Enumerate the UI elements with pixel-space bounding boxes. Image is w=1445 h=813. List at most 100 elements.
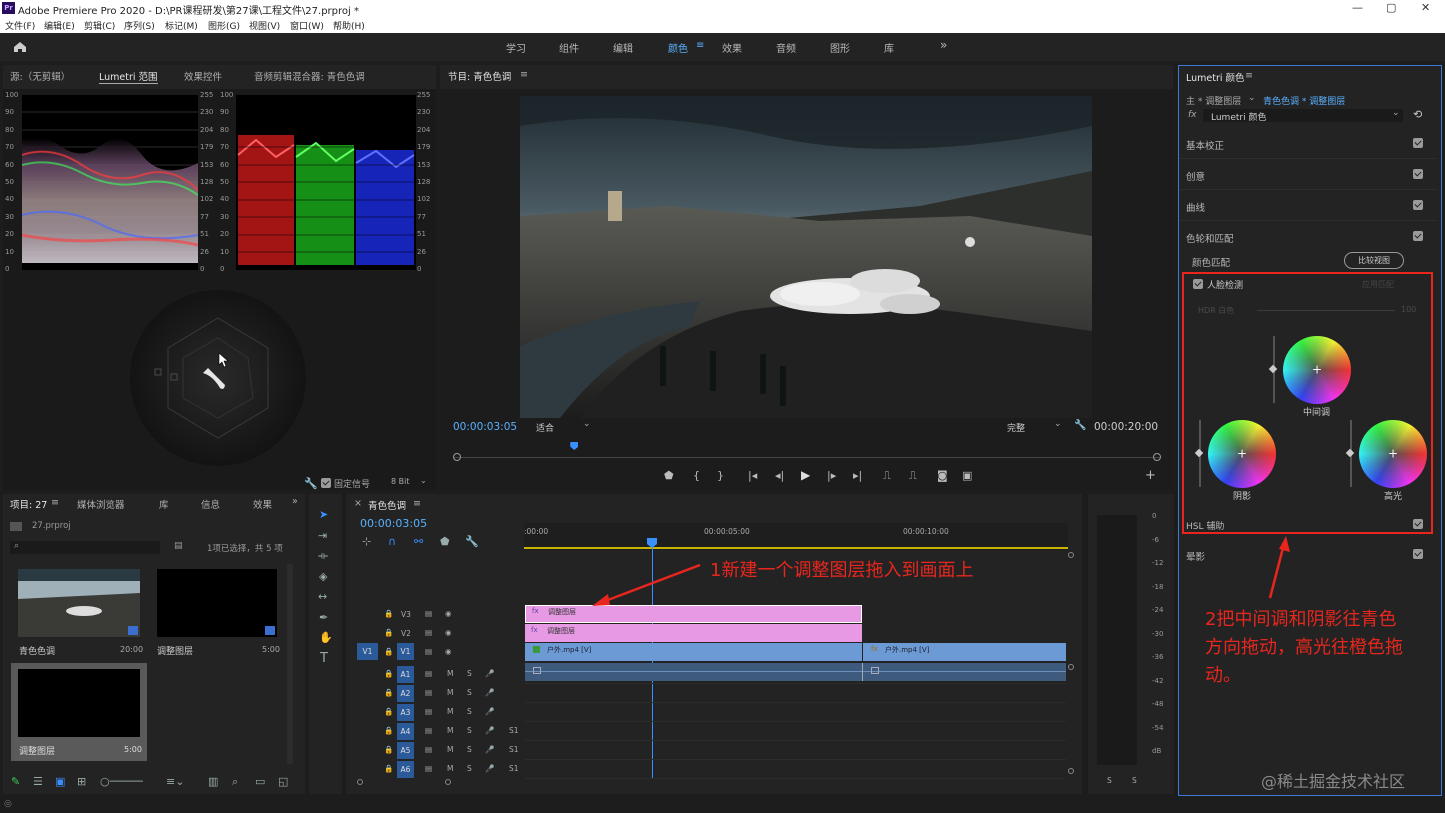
go-to-in-button[interactable]: |◂ [748,469,757,482]
lock-icon[interactable]: 🔒 [384,745,393,754]
workspace-assembly[interactable]: 组件 [559,40,579,55]
tab-audio-mixer[interactable]: 音频剪辑混合器: 青色色调 [254,69,365,83]
master-clip-select[interactable]: 主 * 调整图层 [1186,94,1241,107]
color-wheels-checkbox[interactable] [1413,231,1423,241]
lumetri-menu-icon[interactable]: ≡ [1245,70,1253,81]
clip-outdoor-v1-b[interactable]: fx 户外.mp4 [V] [863,643,1066,661]
eye-icon[interactable]: ◉ [445,628,452,637]
minimize-button[interactable]: — [1352,1,1363,14]
project-item-selected[interactable]: 调整图层 5:00 [11,663,147,761]
maximize-button[interactable]: ▢ [1386,1,1396,14]
list-view-icon[interactable]: ☰ [33,775,43,788]
section-color-wheels[interactable]: 色轮和匹配 [1186,231,1234,245]
voice-over-mic-icon[interactable]: 🎤 [485,745,494,754]
settings-wrench-icon[interactable]: 🔧 [304,477,318,490]
creative-checkbox[interactable] [1413,169,1423,179]
more-tabs-icon[interactable]: » [292,496,298,507]
track-name-v1[interactable]: V1 [397,643,414,660]
menu-file[interactable]: 文件(F) [5,19,35,32]
timeline-h-scroll-left[interactable] [357,779,363,785]
sequence-menu-icon[interactable]: ≡ [413,498,421,509]
tab-libraries[interactable]: 库 [159,497,169,511]
lock-icon[interactable]: 🔒 [384,764,393,773]
lock-icon[interactable]: 🔒 [384,647,393,656]
home-icon[interactable] [13,41,27,53]
bit-depth-chevron-icon[interactable]: ⌄ [420,476,427,485]
program-time-ruler[interactable] [453,440,1161,461]
menu-marker[interactable]: 标记(M) [165,19,198,32]
extract-button[interactable]: ⎍ [909,469,917,483]
voice-over-mic-icon[interactable]: 🎤 [485,764,494,773]
section-basic-correction[interactable]: 基本校正 [1186,138,1224,152]
step-forward-button[interactable]: |▸ [827,469,836,482]
program-menu-icon[interactable]: ≡ [520,69,528,80]
step-back-button[interactable]: ◂| [775,469,784,482]
workspace-editing[interactable]: 编辑 [613,40,633,55]
tab-lumetri-scopes[interactable]: Lumetri 范围 [99,69,158,84]
sync-lock-icon[interactable]: ▤ [425,669,432,678]
workspace-libraries[interactable]: 库 [884,40,894,55]
workspace-graphics[interactable]: 图形 [830,40,850,55]
sync-lock-icon[interactable]: ▤ [425,647,432,656]
project-search-input[interactable] [10,541,160,554]
menu-edit[interactable]: 编辑(E) [44,19,75,32]
go-to-out-button[interactable]: ▸| [853,469,862,482]
timeline-ruler[interactable]: :00:00 00:00:05:00 00:00:10:00 [524,523,1068,550]
add-marker-icon[interactable]: ⬟ [440,535,450,548]
menu-clip[interactable]: 剪辑(C) [84,19,115,32]
target-clip[interactable]: 青色色调 * 调整图层 [1263,94,1345,107]
sync-lock-icon[interactable]: ▤ [425,707,432,716]
play-button[interactable]: ▶ [801,468,810,482]
zoom-slider[interactable]: ○───── [100,775,143,788]
bit-depth-select[interactable]: 8 Bit [391,477,409,486]
lift-button[interactable]: ⎍ [883,469,891,483]
basic-correction-checkbox[interactable] [1413,138,1423,148]
snap-magnet-icon[interactable]: ∩ [388,535,396,548]
menu-sequence[interactable]: 序列(S) [124,19,155,32]
sync-lock-icon[interactable]: ▤ [425,609,432,618]
section-creative[interactable]: 创意 [1186,169,1205,183]
menu-help[interactable]: 帮助(H) [333,19,365,32]
lock-icon[interactable]: 🔒 [384,707,393,716]
solo-button[interactable]: S [467,745,472,754]
lock-icon[interactable]: 🔒 [384,726,393,735]
freeform-view-icon[interactable]: ⊞ [77,775,86,788]
tab-effects[interactable]: 效果 [253,497,272,511]
timeline-timecode[interactable]: 00:00:03:05 [360,517,427,530]
track-name-v3[interactable]: V3 [401,610,411,619]
menu-graphics[interactable]: 图形(G) [208,19,240,32]
comparison-view-button[interactable]: 比较视图 [1344,252,1404,269]
linked-selection-icon[interactable]: ⚯ [414,535,423,548]
type-tool-icon[interactable]: T [320,651,328,666]
tab-project-menu-icon[interactable]: ≡ [51,497,59,508]
lock-icon[interactable]: 🔒 [384,669,393,678]
work-area-bar[interactable] [524,547,1068,549]
mute-button[interactable]: M [447,764,453,773]
sequence-title[interactable]: 青色色调 [368,498,406,512]
quality-select[interactable]: 完整 [1007,421,1025,434]
reset-effect-icon[interactable]: ⟲ [1413,108,1422,121]
new-bin-icon[interactable]: ▤ [174,541,183,551]
sort-icon[interactable]: ≡⌄ [166,775,184,788]
project-item-thumbnail-adjustment[interactable] [157,569,277,637]
close-sequence-icon[interactable]: × [354,498,362,509]
timeline-h-scroll-right[interactable] [445,779,451,785]
track-name-v2[interactable]: V2 [401,629,411,638]
close-button[interactable]: ✕ [1421,1,1430,14]
voice-over-mic-icon[interactable]: 🎤 [485,688,494,697]
workspace-color[interactable]: 颜色 [668,40,688,55]
export-frame-camera-icon[interactable]: ◙ [937,469,948,482]
track-name-a2[interactable]: A2 [397,685,414,702]
sync-lock-icon[interactable]: ▤ [425,726,432,735]
effect-select[interactable]: Lumetri 颜色 ⌄ [1203,108,1403,123]
clamp-signal-checkbox[interactable] [321,478,331,488]
mark-in-button[interactable]: { [693,469,700,482]
menu-window[interactable]: 窗口(W) [290,19,324,32]
project-item-thumbnail-qingse[interactable] [18,569,140,637]
add-marker-button[interactable]: ⬟ [664,469,674,482]
pen-tool-icon[interactable]: ✒ [319,611,328,624]
solo-button[interactable]: S [467,764,472,773]
track-name-a5[interactable]: A5 [397,742,414,759]
solo-left-button[interactable]: S [1107,776,1112,785]
tab-media-browser[interactable]: 媒体浏览器 [77,497,125,511]
